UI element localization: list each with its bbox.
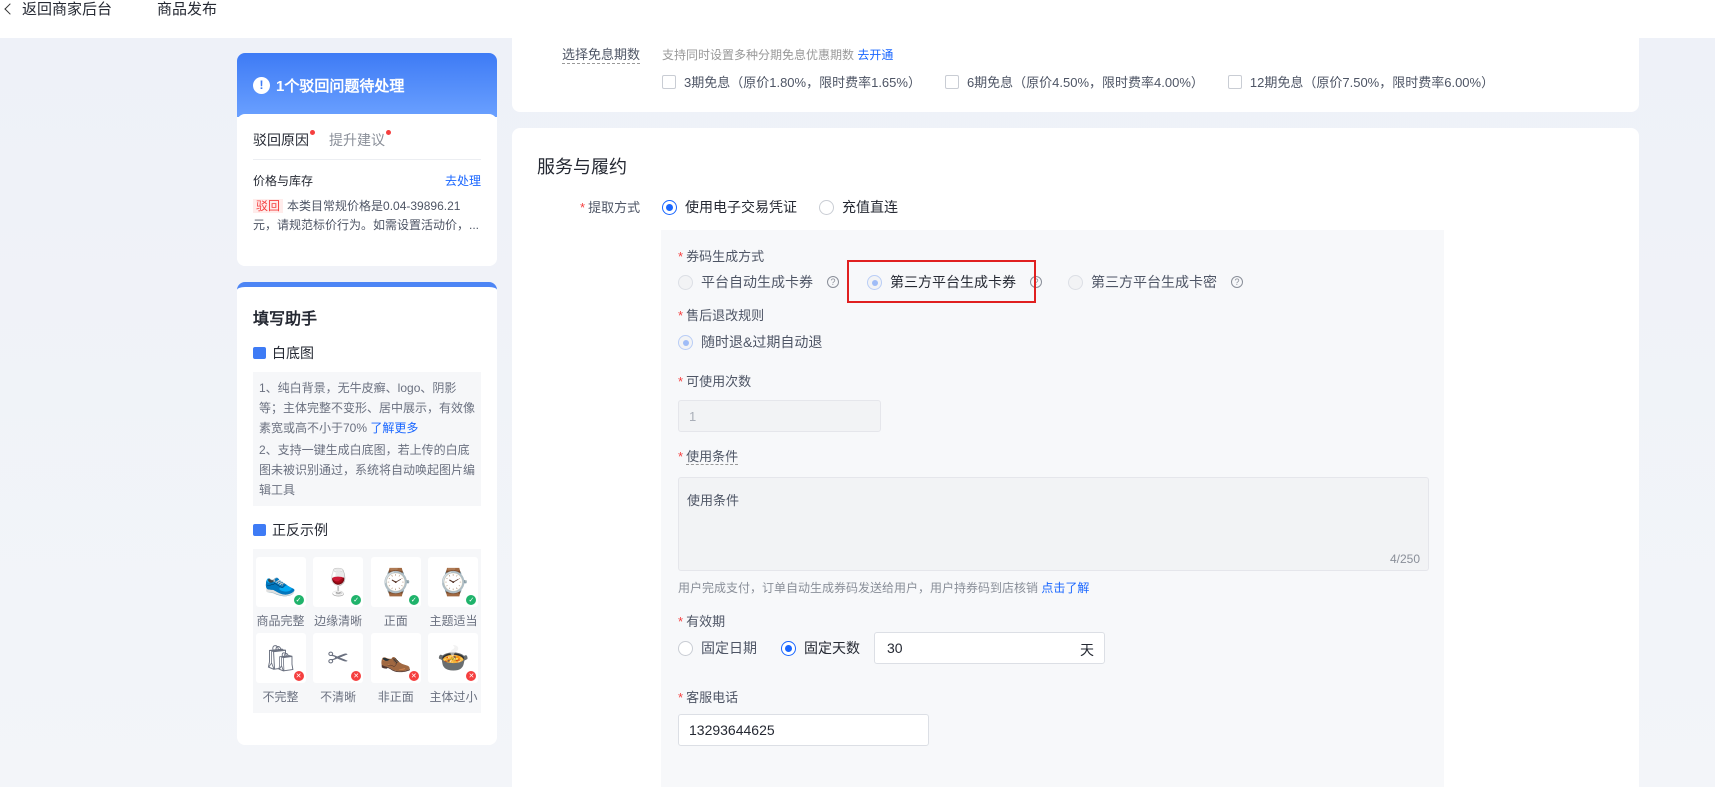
learn-more-link[interactable]: 了解更多	[370, 421, 418, 435]
example-label: 商品完整	[256, 614, 305, 628]
back-label: 返回商家后台	[22, 1, 113, 18]
conditions-hint: 用户完成支付，订单自动生成券码发送给用户，用户持券码到店核销 点击了解	[678, 581, 1090, 595]
phone-input[interactable]: 13293644625	[678, 714, 929, 746]
char-count: 4/250	[1389, 552, 1420, 566]
conditions-textarea[interactable]: 使用条件 4/250	[678, 477, 1429, 571]
tab-suggestions[interactable]: 提升建议	[329, 130, 391, 159]
rejection-item: 价格与库存 去处理	[253, 172, 481, 189]
fetch-method-label: * 提取方式	[580, 200, 641, 215]
check-icon: ✓	[466, 595, 477, 605]
examples-grid: 👟 ✓ 商品完整 🍷 ✓ 边缘清晰 ⌚ ✓ 正面 ⌚ ✓ 主题适当 🛍 ✕ 不完整 ✂ ✕ 不清晰 👞 ✕ 非正面 🍲 ✕ 主…	[253, 549, 481, 713]
check-icon: ✓	[293, 595, 304, 605]
cross-icon: ✕	[408, 671, 419, 681]
installment-label: 选择免息期数	[562, 44, 641, 64]
fill-helper-card: 填写助手 白底图 1、纯白背景，无牛皮癣、logo、阴影等；主体完整不变形、居中…	[237, 282, 497, 745]
refund-anytime-radio[interactable]: 随时退&过期自动退	[678, 332, 822, 352]
fetch-direct-recharge-radio[interactable]: 充值直连	[819, 197, 898, 217]
code-gen-label: * 券码生成方式	[678, 249, 765, 264]
cross-icon: ✕	[351, 671, 362, 681]
red-dot-icon	[310, 130, 315, 135]
example-label: 主体过小	[429, 690, 478, 704]
help-icon[interactable]: ?	[1231, 276, 1243, 288]
list-icon	[253, 524, 266, 536]
rejection-text: 驳回 本类目常规价格是0.04-39896.21元，请规范标价行为。如需设置活动价…	[253, 199, 480, 232]
service-title: 服务与履约	[537, 157, 627, 177]
alert-icon: !	[253, 76, 270, 94]
example-item: 🍷 ✓ 边缘清晰	[311, 557, 366, 629]
page-title: 商品发布	[157, 1, 218, 18]
example-label: 非正面	[377, 690, 414, 704]
cross-icon: ✕	[293, 671, 304, 681]
example-label: 边缘清晰	[314, 614, 363, 628]
top-bar: 返回商家后台 商品发布	[0, 0, 1715, 38]
validity-label: * 有效期	[678, 614, 726, 629]
rejection-body: 驳回原因 提升建议 价格与库存 去处理 驳回 本类目常规价格是0.04-39896…	[237, 114, 497, 266]
bag-icon: 🛍 ✕	[255, 633, 306, 683]
examples-section-title: 正反示例	[253, 520, 481, 540]
example-item: 🛍 ✕ 不完整	[253, 633, 308, 705]
example-label: 不完整	[262, 690, 299, 704]
rejection-header: ! 1个驳回问题待处理	[237, 53, 497, 117]
after-sale-options: 随时退&过期自动退	[678, 332, 822, 352]
check-icon: ✓	[351, 595, 362, 605]
example-label: 不清晰	[320, 690, 357, 704]
image-icon	[253, 347, 266, 359]
example-item: ✂ ✕ 不清晰	[311, 633, 366, 705]
installment-12-checkbox[interactable]: 12期免息（原价7.50%，限时费率6.00%）	[1227, 72, 1494, 91]
watch-icon: ⌚ ✓	[370, 557, 421, 607]
rejection-card: ! 1个驳回问题待处理 驳回原因 提升建议 价格与库存 去处理 驳回 本类目常规价…	[237, 53, 497, 266]
days-input[interactable]: 30 天	[874, 632, 1105, 664]
scissors-icon: ✂ ✕	[313, 633, 364, 683]
go-handle-link[interactable]: 去处理	[445, 172, 481, 189]
example-label: 主题适当	[429, 614, 478, 628]
check-icon: ✓	[408, 595, 419, 605]
after-sale-label: * 售后退改规则	[678, 308, 765, 323]
third-party-code-radio[interactable]: 第三方平台生成卡密?	[1068, 272, 1243, 292]
back-to-merchant-button[interactable]: 返回商家后台	[4, 0, 113, 19]
service-panel: 服务与履约 * 提取方式 使用电子交易凭证 充值直连 * 券码生成方式 平台自动生成…	[512, 128, 1639, 787]
cooker-icon: 🍲 ✕	[428, 633, 479, 683]
example-item: 👟 ✓ 商品完整	[253, 557, 308, 629]
bottle-icon: 🍷 ✓	[313, 557, 364, 607]
open-link[interactable]: 去开通	[857, 48, 893, 62]
cross-icon: ✕	[466, 671, 477, 681]
phone-label: * 客服电话	[678, 690, 739, 705]
example-item: 🍲 ✕ 主体过小	[426, 633, 481, 705]
installment-options: 3期免息（原价1.80%，限时费率1.65%） 6期免息（原价4.50%，限时费…	[662, 72, 1494, 91]
example-item: ⌚ ✓ 主题适当	[426, 557, 481, 629]
band-icon: ⌚ ✓	[428, 557, 479, 607]
fixed-date-radio[interactable]: 固定日期	[678, 638, 757, 658]
help-icon[interactable]: ?	[827, 276, 839, 288]
chevron-left-icon	[4, 2, 16, 15]
fetch-e-voucher-radio[interactable]: 使用电子交易凭证	[662, 197, 797, 217]
rejection-header-text: 1个驳回问题待处理	[276, 77, 405, 95]
rejection-item-title: 价格与库存	[253, 174, 314, 188]
shoe-icon: 👞 ✕	[370, 633, 421, 683]
red-dot-icon	[386, 130, 391, 135]
installment-panel: 选择免息期数 支持同时设置多种分期免息优惠期数 去开通 3期免息（原价1.80%…	[512, 38, 1639, 112]
tab-rejection-reason[interactable]: 驳回原因	[253, 130, 315, 159]
rejected-tag: 驳回	[253, 199, 284, 213]
conditions-label: * 使用条件	[678, 449, 739, 465]
example-label: 正面	[383, 614, 408, 628]
highlight-box	[847, 260, 1036, 303]
voucher-settings: * 券码生成方式 平台自动生成卡券? 第三方平台生成卡券? 第三方平台生成卡密? …	[661, 230, 1444, 787]
white-bg-tips: 1、纯白背景，无牛皮癣、logo、阴影等；主体完整不变形、居中展示，有效像素宽或…	[253, 372, 481, 506]
helper-title: 填写助手	[253, 311, 318, 328]
platform-auto-radio[interactable]: 平台自动生成卡券?	[678, 272, 839, 292]
fetch-method-options: 使用电子交易凭证 充值直连	[662, 197, 898, 217]
rejection-tabs: 驳回原因 提升建议	[253, 130, 481, 160]
validity-options: 固定日期 固定天数 30 天	[678, 632, 1105, 664]
installment-3-checkbox[interactable]: 3期免息（原价1.80%，限时费率1.65%）	[662, 72, 921, 91]
sneaker-icon: 👟 ✓	[255, 557, 306, 607]
usage-count-input[interactable]: 1	[678, 400, 881, 432]
example-item: 👞 ✕ 非正面	[368, 633, 423, 705]
white-bg-section-title: 白底图	[253, 343, 481, 363]
installment-note: 支持同时设置多种分期免息优惠期数 去开通	[662, 48, 894, 62]
example-item: ⌚ ✓ 正面	[368, 557, 423, 629]
installment-6-checkbox[interactable]: 6期免息（原价4.50%，限时费率4.00%）	[944, 72, 1204, 91]
learn-link[interactable]: 点击了解	[1041, 581, 1089, 595]
fixed-days-radio[interactable]: 固定天数	[781, 638, 860, 658]
usage-count-label: * 可使用次数	[678, 374, 752, 389]
